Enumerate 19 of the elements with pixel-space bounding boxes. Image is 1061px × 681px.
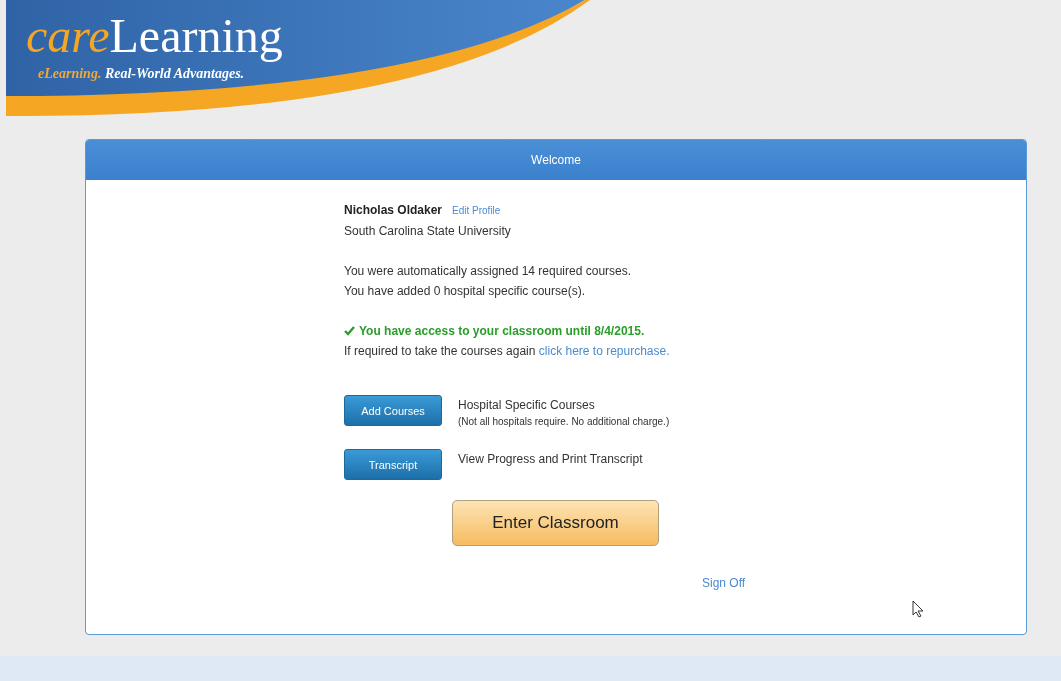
cursor-icon bbox=[912, 600, 924, 618]
tagline: eLearning. Real-World Advantages. bbox=[38, 66, 246, 82]
repurchase-message: If required to take the courses again click here to repurchase. bbox=[344, 343, 671, 360]
action-button[interactable]: Add Courses bbox=[344, 395, 442, 426]
brand-logo: careLearning bbox=[26, 8, 283, 64]
action-title: Hospital Specific Courses bbox=[458, 397, 596, 414]
action-note: (Not all hospitals require. No additional charge.) bbox=[458, 415, 670, 429]
action-title: View Progress and Print Transcript bbox=[458, 451, 643, 468]
user-name: Nicholas Oldaker bbox=[344, 202, 443, 219]
edit-profile-link[interactable]: Edit Profile bbox=[452, 201, 501, 221]
panel-title: Welcome bbox=[86, 140, 1026, 180]
course-info: You have added 0 hospital specific course(s). bbox=[344, 283, 587, 300]
course-info: You were automatically assigned 14 required courses. bbox=[344, 263, 633, 280]
enter-classroom-button[interactable]: Enter Classroom bbox=[452, 500, 659, 546]
action-button[interactable]: Transcript bbox=[344, 449, 442, 480]
access-message: You have access to your classroom until 8/4/2015. bbox=[359, 323, 645, 340]
organization: South Carolina State University bbox=[344, 223, 512, 240]
repurchase-link[interactable]: click here to repurchase. bbox=[538, 344, 670, 358]
sign-off-link[interactable]: Sign Off bbox=[702, 576, 746, 590]
